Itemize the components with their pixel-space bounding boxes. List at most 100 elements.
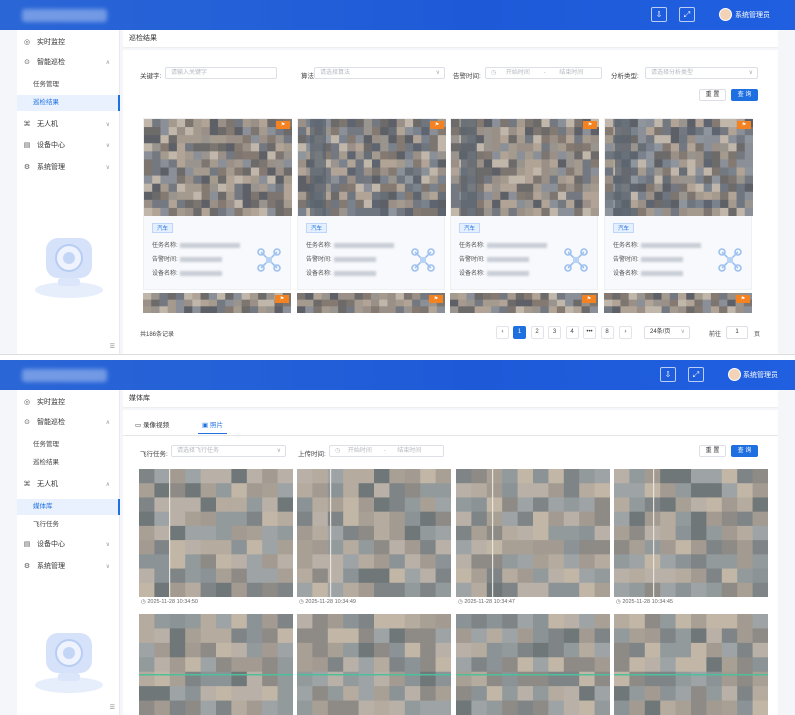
sidebar-item-label: 无人机	[37, 121, 58, 128]
page-number-button[interactable]: 2	[530, 326, 544, 339]
reset-button[interactable]: 重 置	[699, 89, 726, 101]
result-card-next-row[interactable]: ⚑	[297, 293, 445, 313]
page-number-button[interactable]: 1	[513, 326, 526, 339]
alarm-time-label: 告警时间:	[453, 73, 481, 80]
photo-timestamp: ◷ 2025-11-28 10:34:45	[616, 599, 673, 605]
card-info-label: 告警时间:	[306, 257, 332, 263]
tab-videos[interactable]: ▭ 录像视频	[135, 418, 169, 434]
result-card-next-row[interactable]: ⚑	[143, 293, 291, 313]
media-photo[interactable]	[456, 614, 610, 715]
avatar[interactable]	[728, 368, 741, 381]
card-info-label: 任务名称:	[306, 243, 332, 249]
redacted-value	[333, 242, 394, 248]
result-card-next-row[interactable]: ⚑	[604, 293, 752, 313]
sidebar-item-inspection[interactable]: ⊙ 智能巡检 ∧	[17, 414, 120, 432]
alarm-time-range[interactable]: ◷ 开始时间 - 结束时间	[485, 67, 602, 79]
avatar[interactable]	[719, 8, 732, 21]
media-photo[interactable]	[614, 469, 768, 597]
logo	[22, 9, 107, 22]
flight-task-select[interactable]: 请选择飞行任务 ∨	[171, 445, 286, 457]
next-page-button[interactable]: ›	[619, 326, 632, 339]
media-photo[interactable]	[139, 614, 293, 715]
media-photo[interactable]	[139, 469, 293, 597]
sidebar-item-drone[interactable]: ⌘ 无人机 ∨	[17, 116, 120, 134]
card-info-row: 任务名称:	[306, 240, 394, 249]
result-card[interactable]: ⚑ 汽车 任务名称: 告警时间: 设备名称:	[143, 118, 292, 290]
download-icon[interactable]: ⇩	[660, 367, 676, 382]
sidebar-item-media-library[interactable]: 媒体库	[17, 499, 120, 515]
sidebar-item-label: 任务管理	[33, 81, 59, 88]
sidebar-item-inspection-results[interactable]: 巡检结果	[17, 95, 120, 111]
sidebar-item-task-management[interactable]: 任务管理	[17, 437, 120, 453]
card-info-label: 设备名称:	[613, 271, 639, 277]
query-button[interactable]: 查 询	[731, 89, 758, 101]
download-icon[interactable]: ⇩	[651, 7, 667, 22]
result-card[interactable]: ⚑ 汽车 任务名称: 告警时间: 设备名称:	[297, 118, 446, 290]
tab-photos[interactable]: ▣ 照片	[198, 418, 227, 434]
result-card-next-row[interactable]: ⚑	[450, 293, 598, 313]
prev-page-button[interactable]: ‹	[496, 326, 509, 339]
page-number-button[interactable]: •••	[583, 326, 596, 339]
keyword-label: 关键字:	[140, 73, 162, 80]
sidebar-item-inspection-results[interactable]: 巡检结果	[17, 455, 120, 471]
goto-page-input[interactable]: 1	[726, 326, 748, 339]
sidebar-item-system[interactable]: ⚙ 系统管理 ∨	[17, 159, 120, 177]
sidebar-item-device-center[interactable]: ▤ 设备中心 ∨	[17, 137, 120, 155]
expand-icon[interactable]: ⤢	[688, 367, 704, 382]
card-info-row: 告警时间:	[459, 254, 529, 263]
redacted-value	[640, 270, 683, 276]
page-number-button[interactable]: 4	[565, 326, 579, 339]
media-photo[interactable]	[297, 614, 451, 715]
result-card[interactable]: ⚑ 汽车 任务名称: 告警时间: 设备名称:	[450, 118, 599, 290]
flight-task-label: 飞行任务:	[140, 451, 168, 458]
drone-watermark-icon	[718, 248, 742, 272]
result-card[interactable]: ⚑ 汽车 任务名称: 告警时间: 设备名称:	[604, 118, 753, 290]
result-photo[interactable]: ⚑	[605, 119, 753, 216]
page-size-select[interactable]: 24条/页 ∨	[644, 326, 690, 339]
sidebar-item-label: 设备中心	[37, 142, 65, 149]
total-records: 共186条记录	[140, 332, 175, 338]
sidebar-item-flight-tasks[interactable]: 飞行任务	[17, 517, 120, 533]
media-photo[interactable]	[614, 614, 768, 715]
keyword-input[interactable]: 请输入关键字	[165, 67, 277, 79]
query-button[interactable]: 查 询	[731, 445, 758, 457]
media-photo[interactable]	[297, 469, 451, 597]
chevron-up-icon: ∧	[105, 60, 110, 66]
upload-time-label: 上传时间:	[298, 451, 326, 458]
chevron-down-icon: ∨	[435, 70, 440, 76]
page-number-button[interactable]: 8	[600, 326, 614, 339]
drone-icon: ⌘	[23, 121, 31, 128]
sidebar-item-task-management[interactable]: 任务管理	[17, 77, 120, 93]
result-photo[interactable]: ⚑	[298, 119, 446, 216]
collapse-sidebar-icon[interactable]: ☰	[110, 704, 115, 711]
algorithm-select[interactable]: 请选择算法 ∨	[314, 67, 445, 79]
user-name[interactable]: 系统管理员	[743, 370, 778, 380]
result-photo[interactable]: ⚑	[451, 119, 599, 216]
chevron-down-icon: ∨	[105, 165, 110, 171]
media-photo[interactable]	[456, 469, 610, 597]
user-name[interactable]: 系统管理员	[735, 10, 770, 20]
sidebar-item-monitor[interactable]: ◎ 实时监控	[17, 34, 120, 52]
card-info-row: 设备名称:	[613, 268, 683, 277]
chevron-up-icon: ∧	[105, 420, 110, 426]
calendar-icon: ◷	[335, 448, 342, 454]
reset-button[interactable]: 重 置	[699, 445, 726, 457]
collapse-sidebar-icon[interactable]: ☰	[110, 343, 115, 350]
chevron-down-icon: ∨	[680, 329, 685, 335]
result-photo[interactable]: ⚑	[144, 119, 292, 216]
sidebar-item-drone[interactable]: ⌘ 无人机 ∧	[17, 476, 120, 494]
redacted-value	[179, 270, 222, 276]
sidebar-item-system[interactable]: ⚙ 系统管理 ∨	[17, 558, 120, 576]
analysis-type-select[interactable]: 请选择分析类型 ∨	[645, 67, 758, 79]
detection-tag: 汽车	[306, 223, 328, 233]
expand-icon[interactable]: ⤢	[679, 7, 695, 22]
upload-time-range[interactable]: ◷ 开始时间 - 结束时间	[329, 445, 444, 457]
card-info-label: 设备名称:	[152, 271, 178, 277]
sidebar-item-monitor[interactable]: ◎ 实时监控	[17, 394, 120, 412]
card-info-row: 告警时间:	[152, 254, 222, 263]
sidebar-item-device-center[interactable]: ▤ 设备中心 ∨	[17, 536, 120, 554]
sidebar-item-label: 智能巡检	[37, 59, 65, 66]
analysis-type-label: 分析类型:	[611, 73, 639, 80]
sidebar-item-inspection[interactable]: ⊙ 智能巡检 ∧	[17, 54, 120, 72]
page-number-button[interactable]: 3	[548, 326, 561, 339]
